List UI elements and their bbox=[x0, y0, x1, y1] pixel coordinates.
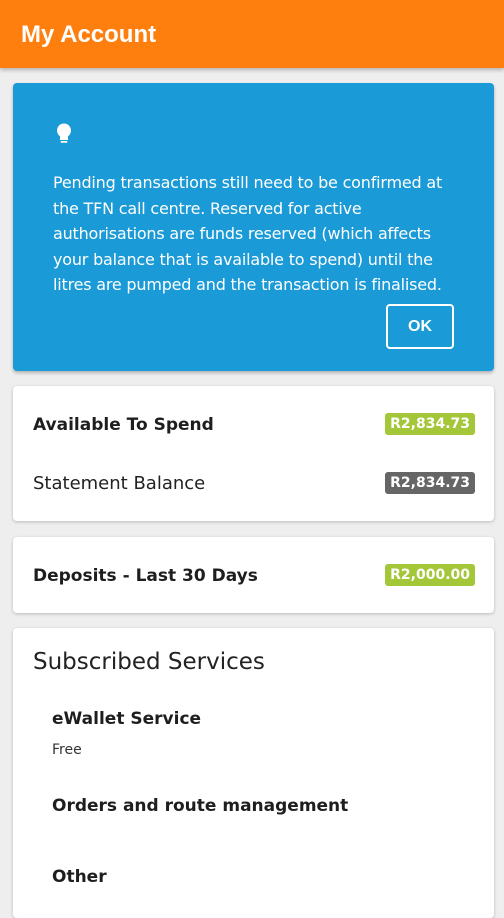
services-title: Subscribed Services bbox=[33, 649, 265, 675]
service-item-orders[interactable]: Orders and route management bbox=[52, 794, 348, 818]
service-item-ewallet[interactable]: eWallet Service bbox=[52, 707, 201, 731]
subscribed-services-card: Subscribed Services eWallet Service Free… bbox=[13, 628, 494, 918]
statement-balance-label: Statement Balance bbox=[33, 473, 206, 494]
deposits-card[interactable]: Deposits - Last 30 Days R2,000.00 bbox=[13, 537, 494, 613]
app-bar: My Account bbox=[0, 0, 504, 68]
info-card: Pending transactions still need to be co… bbox=[13, 83, 494, 371]
available-to-spend-badge: R2,834.73 bbox=[385, 413, 475, 435]
info-message: Pending transactions still need to be co… bbox=[53, 173, 443, 294]
page-title: My Account bbox=[21, 21, 157, 48]
ok-button[interactable]: OK bbox=[386, 304, 454, 349]
available-to-spend-label: Available To Spend bbox=[33, 415, 214, 435]
service-item-other[interactable]: Other bbox=[52, 865, 107, 889]
deposits-label: Deposits - Last 30 Days bbox=[33, 566, 258, 586]
balances-card: Available To Spend R2,834.73 Statement B… bbox=[13, 386, 494, 521]
lightbulb-icon bbox=[57, 123, 71, 143]
deposits-badge: R2,000.00 bbox=[385, 564, 475, 586]
service-item-ewallet-detail: Free bbox=[52, 742, 82, 758]
statement-balance-badge: R2,834.73 bbox=[385, 472, 475, 494]
